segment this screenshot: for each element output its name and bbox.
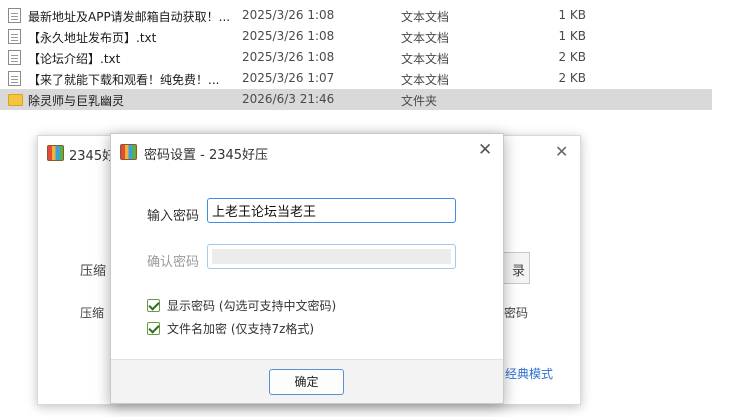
encrypt-filenames-option[interactable]: 文件名加密 (仅支持7z格式) [147,320,314,336]
file-type: 文本文档 [401,31,450,45]
password-label: 输入密码 [147,209,200,224]
file-type: 文本文档 [401,10,450,24]
folder-icon [8,94,23,106]
compress-label: 压缩 [80,264,107,279]
close-icon[interactable]: ✕ [478,140,492,160]
file-size: 2 KB [558,71,586,85]
file-row[interactable]: 【论坛介绍】.txt 2025/3/26 1:08 文本文档 2 KB [0,47,712,68]
file-name: 【论坛介绍】.txt [28,52,121,66]
add-password-link[interactable]: 密码 [504,304,528,321]
file-name: 【永久地址发布页】.txt [28,31,157,45]
file-name: 除灵师与巨乳幽灵 [28,94,125,108]
ok-button[interactable]: 确定 [269,369,344,395]
file-date: 2025/3/26 1:08 [242,29,335,43]
close-icon[interactable]: ✕ [555,142,568,161]
file-size: 1 KB [558,8,586,22]
file-type: 文本文档 [401,73,450,87]
classic-mode-link[interactable]: 经典模式 [505,365,553,382]
file-type: 文件夹 [401,94,438,108]
file-row[interactable]: 【永久地址发布页】.txt 2025/3/26 1:08 文本文档 1 KB [0,26,712,47]
show-password-checkbox[interactable] [147,298,160,312]
encrypt-filenames-label: 文件名加密 (仅支持7z格式) [167,321,315,336]
dialog-title: 密码设置 - 2345好压 [144,148,269,163]
file-type: 文本文档 [401,52,450,66]
file-size: 1 KB [558,29,586,43]
file-date: 2025/3/26 1:08 [242,50,335,64]
text-file-icon [8,29,21,44]
file-name: 最新地址及APP请发邮箱自动获取！... [28,10,231,24]
password-input[interactable] [207,198,456,223]
encrypt-filenames-checkbox[interactable] [147,321,160,335]
file-name: 【来了就能下载和观看！纯免费！... [28,73,220,87]
text-file-icon [8,8,21,23]
compress-option-label: 压缩 [80,306,105,320]
file-date: 2025/3/26 1:07 [242,71,335,85]
app-logo-icon [120,144,137,160]
file-size: 2 KB [558,50,586,64]
file-date: 2025/3/26 1:08 [242,8,335,22]
app-logo-icon [47,145,64,161]
text-file-icon [8,50,21,65]
confirm-password-input[interactable] [207,244,456,269]
text-file-icon [8,71,21,86]
confirm-password-label: 确认密码 [147,255,200,270]
show-password-label: 显示密码 (勾选可支持中文密码) [167,298,337,313]
file-row-selected[interactable]: 除灵师与巨乳幽灵 2026/6/3 21:46 文件夹 [0,89,712,110]
file-row[interactable]: 【来了就能下载和观看！纯免费！... 2025/3/26 1:07 文本文档 2… [0,68,712,89]
password-settings-dialog: 密码设置 - 2345好压 ✕ 输入密码 确认密码 显示密码 (勾选可支持中文密… [110,133,504,404]
file-date: 2026/6/3 21:46 [242,92,335,106]
main-window-title: 2345好 [69,149,116,164]
file-row[interactable]: 最新地址及APP请发邮箱自动获取！... 2025/3/26 1:08 文本文档… [0,5,712,26]
show-password-option[interactable]: 显示密码 (勾选可支持中文密码) [147,297,336,313]
